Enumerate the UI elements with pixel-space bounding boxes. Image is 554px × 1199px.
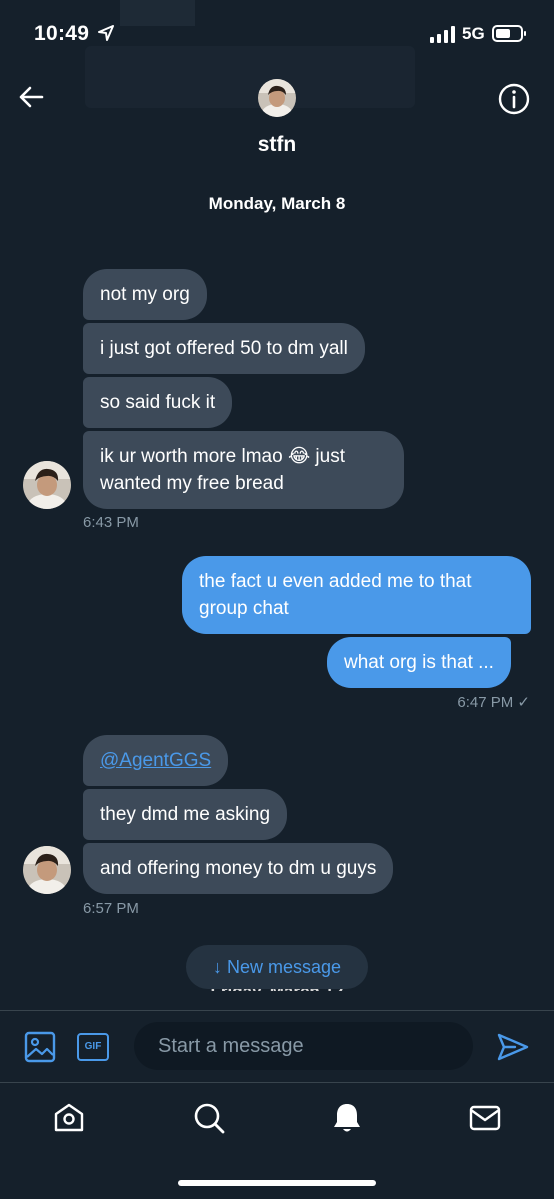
cellular-signal-icon [430, 26, 456, 43]
mention-link[interactable]: @AgentGGS [100, 750, 211, 771]
network-type: 5G [462, 24, 485, 43]
message-timestamp: 6:43 PM [83, 514, 139, 531]
notifications-bell-icon[interactable] [330, 1101, 364, 1135]
sent-message[interactable]: the fact u even added me to that group c… [182, 556, 531, 634]
message-text: not my org [100, 284, 190, 305]
gif-button[interactable]: GIF [77, 1033, 109, 1061]
message-composer: GIF [0, 1010, 554, 1082]
message-text: and offering money to dm u guys [100, 858, 377, 879]
received-message[interactable]: they dmd me asking [83, 789, 288, 840]
message-input[interactable] [134, 1022, 473, 1070]
messages-envelope-icon[interactable] [468, 1101, 502, 1135]
received-message[interactable]: ik ur worth more lmao 😂 just wanted my f… [83, 431, 404, 509]
conversation-title: stfn [257, 133, 297, 156]
message-text-line: wanted my free bread [100, 473, 284, 494]
sent-message[interactable]: what org is that ... [327, 637, 511, 688]
message-text: what org is that ... [344, 652, 494, 673]
received-message[interactable]: @AgentGGS [83, 735, 229, 786]
header-avatar[interactable] [258, 79, 296, 117]
new-message-button[interactable]: ↓ New message [186, 945, 368, 989]
info-circle-icon[interactable] [497, 82, 531, 116]
message-text: so said fuck it [100, 392, 216, 413]
message-text-line: group chat [199, 598, 289, 619]
message-text-line: ik ur worth more lmao 😂 just [100, 446, 345, 467]
battery-icon [492, 25, 526, 42]
received-message[interactable]: so said fuck it [83, 377, 233, 428]
status-time: 10:49 [34, 22, 90, 45]
message-timestamp: 6:47 PM ✓ [457, 694, 530, 711]
home-icon[interactable] [52, 1101, 86, 1135]
image-icon[interactable] [24, 1031, 56, 1063]
received-message[interactable]: and offering money to dm u guys [83, 843, 394, 894]
search-icon[interactable] [192, 1101, 226, 1135]
message-text: i just got offered 50 to dm yall [100, 338, 348, 359]
sender-avatar[interactable] [23, 461, 71, 509]
message-timestamp: 6:57 PM [83, 900, 139, 917]
ghost-notification-banner [85, 46, 415, 108]
message-text: they dmd me asking [100, 804, 271, 825]
send-icon[interactable] [497, 1032, 529, 1062]
sender-avatar[interactable] [23, 846, 71, 894]
ghost-overlay [120, 0, 195, 26]
received-message[interactable]: i just got offered 50 to dm yall [83, 323, 365, 374]
message-text-line: the fact u even added me to that [199, 571, 472, 592]
arrow-left-icon[interactable] [16, 82, 46, 112]
location-arrow-icon [98, 25, 114, 41]
home-indicator [178, 1180, 376, 1186]
date-separator: Monday, March 8 [208, 194, 346, 213]
received-message[interactable]: not my org [83, 269, 207, 320]
